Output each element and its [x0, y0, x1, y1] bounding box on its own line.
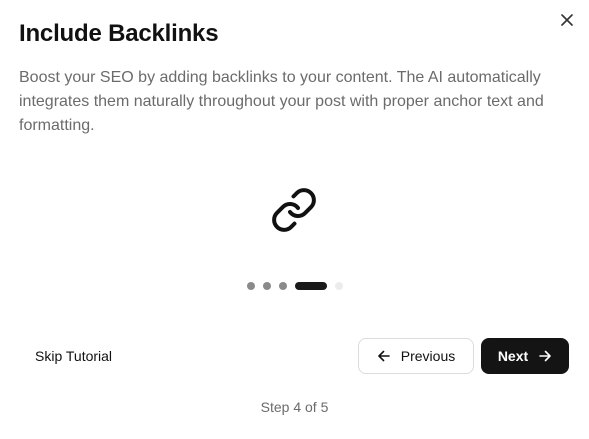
skip-tutorial-label: Skip Tutorial: [35, 348, 113, 364]
link-icon: [270, 186, 318, 234]
previous-button[interactable]: Previous: [358, 338, 474, 374]
skip-tutorial-button[interactable]: Skip Tutorial: [22, 340, 125, 372]
tutorial-dialog: Include Backlinks Boost your SEO by addi…: [0, 0, 589, 439]
step-dot-1[interactable]: [246, 282, 255, 290]
arrow-left-icon: [377, 349, 391, 363]
next-label: Next: [497, 348, 529, 364]
close-button[interactable]: [557, 10, 577, 30]
close-icon: [561, 14, 573, 26]
step-dot-4-active[interactable]: [294, 282, 327, 290]
dialog-description: Boost your SEO by adding backlinks to yo…: [19, 69, 544, 134]
step-indicator: [0, 282, 589, 290]
step-dot-2[interactable]: [262, 282, 271, 290]
previous-label: Previous: [400, 348, 456, 364]
step-counter: Step 4 of 5: [260, 399, 329, 415]
arrow-right-icon: [538, 349, 552, 363]
dialog-title: Include Backlinks: [19, 20, 219, 47]
step-dot-5[interactable]: [334, 282, 343, 290]
step-dot-3[interactable]: [278, 282, 287, 290]
next-button[interactable]: Next: [481, 338, 569, 374]
